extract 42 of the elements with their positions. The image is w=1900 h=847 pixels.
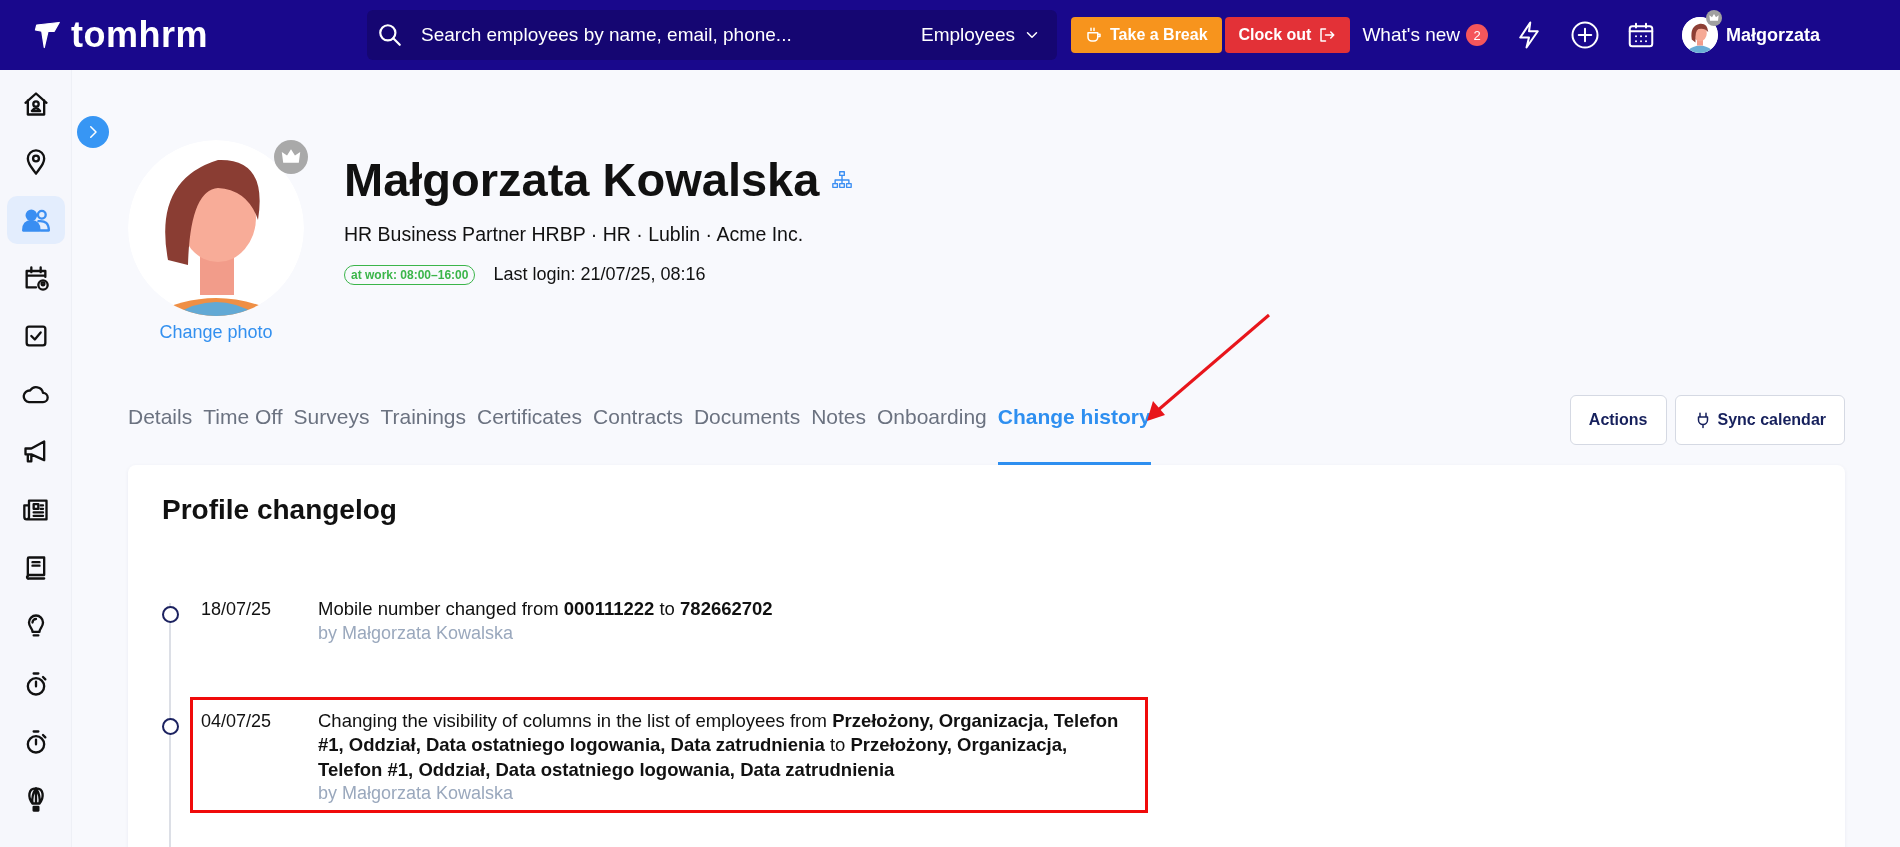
exit-icon (1318, 26, 1337, 44)
count-badge: 2 (1466, 24, 1489, 46)
change-photo-link[interactable]: Change photo (159, 322, 273, 343)
entry-date: 04/07/25 (201, 709, 273, 733)
employee-name: Małgorzata Kowalska (344, 152, 820, 207)
tab[interactable]: Details (128, 397, 193, 465)
tab[interactable]: Onboarding (877, 397, 987, 465)
tab[interactable]: Notes (811, 397, 866, 465)
tab[interactable]: Time Off (203, 397, 283, 465)
cup-icon (1085, 26, 1103, 44)
tab[interactable]: Contracts (593, 397, 683, 465)
tab[interactable]: Certificates (477, 397, 583, 465)
timeline-dot (162, 717, 179, 735)
user-name[interactable]: Małgorzata (1726, 24, 1821, 46)
user-avatar (1682, 17, 1719, 53)
actions-button[interactable]: Actions (1569, 395, 1667, 445)
entry-text: Changing the visibility of columns in the list of employees from Przełożony, Organizacja, Telefon #1, Oddział, Data ostatniego logowania, Data zatrudnienia to Przełożony, Organizacja, Telefon #1, Oddział, Data ostatniego logowania, Data zatrudnienia (318, 708, 1120, 782)
org-chart-icon[interactable] (831, 168, 854, 191)
tab[interactable]: Surveys (293, 397, 370, 465)
entry-date: 18/07/25 (201, 598, 273, 621)
expand-button[interactable] (77, 116, 109, 148)
entry-text: Mobile number changed from 000111222 to 782662702 (318, 597, 773, 621)
card-title: Profile changelog (162, 494, 398, 526)
logo-text: tomhrm (71, 14, 208, 56)
timeline-dot (162, 606, 179, 623)
entry-author: by Małgorzata Kowalska (318, 621, 515, 644)
logo-icon (33, 19, 63, 51)
entry-author: by Małgorzata Kowalska (318, 782, 515, 804)
whats-new-link[interactable]: What's new (1362, 24, 1461, 46)
clock-out-button[interactable]: Clock out (1224, 17, 1351, 53)
job-subtitle: HR Business Partner HRBP · HR · Lublin · Acme Inc. (344, 223, 805, 246)
tab[interactable]: Documents (693, 397, 801, 465)
crown-icon (1706, 10, 1723, 26)
sync-calendar-button[interactable]: Sync calendar (1674, 395, 1845, 445)
search-icon (377, 22, 403, 48)
scope-dropdown[interactable]: Employees (921, 24, 1041, 46)
last-login-text: Last login: 21/07/25, 08:16 (493, 264, 706, 285)
tab[interactable]: Trainings (380, 397, 466, 465)
search-field[interactable]: Search employees by name, email, phone... Employees (367, 10, 1057, 60)
crown-icon (274, 140, 308, 174)
add-icon[interactable] (1570, 20, 1601, 50)
home-icon (21, 90, 50, 118)
